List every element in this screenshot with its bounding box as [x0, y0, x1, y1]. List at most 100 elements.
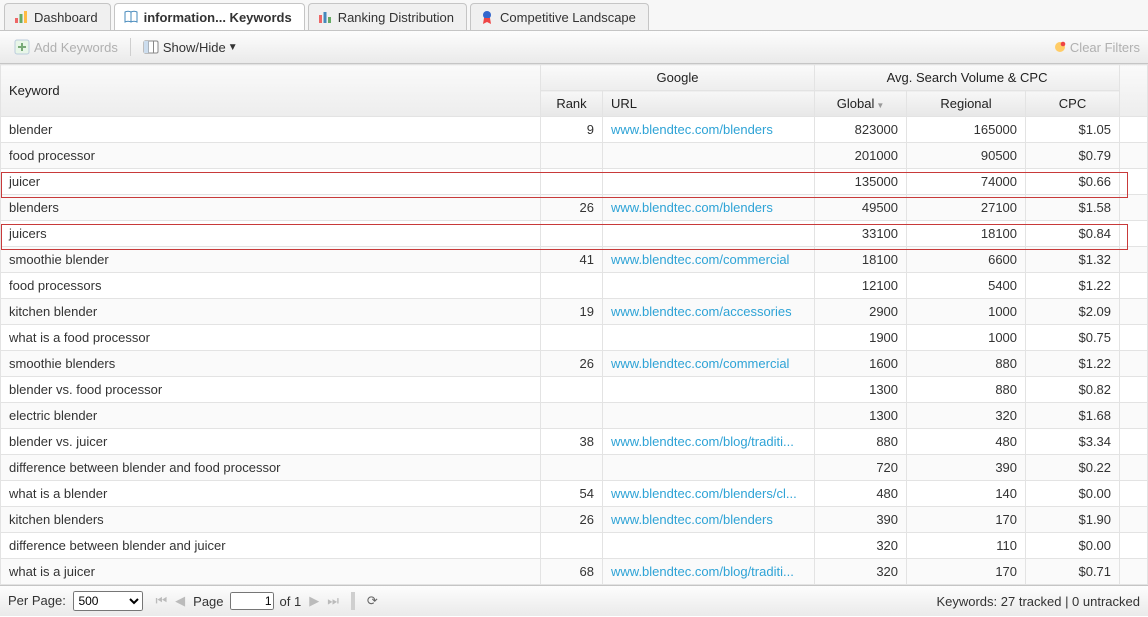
cell-global: 480	[815, 481, 907, 507]
book-icon	[123, 9, 139, 25]
cell-global: 201000	[815, 143, 907, 169]
cell-global: 2900	[815, 299, 907, 325]
dashboard-icon	[13, 9, 29, 25]
refresh-icon[interactable]: ⟳	[365, 593, 380, 609]
table-row[interactable]: juicer13500074000$0.66	[1, 169, 1148, 195]
cell-keyword: food processors	[1, 273, 541, 299]
tab-label: Competitive Landscape	[500, 10, 636, 25]
table-row[interactable]: blender9www.blendtec.com/blenders8230001…	[1, 117, 1148, 143]
url-link[interactable]: www.blendtec.com/blenders	[611, 200, 773, 215]
cell-keyword: blenders	[1, 195, 541, 221]
first-page-icon[interactable]: ⏮	[153, 593, 169, 609]
cell-url	[603, 403, 815, 429]
url-link[interactable]: www.blendtec.com/blenders	[611, 512, 773, 527]
cell-keyword: electric blender	[1, 403, 541, 429]
cell-end	[1120, 299, 1148, 325]
header-url[interactable]: URL	[603, 91, 815, 117]
cell-rank: 41	[541, 247, 603, 273]
next-page-icon[interactable]: ▶	[307, 593, 321, 609]
table-row[interactable]: difference between blender and food proc…	[1, 455, 1148, 481]
table-row[interactable]: electric blender1300320$1.68	[1, 403, 1148, 429]
tab-bars[interactable]: Ranking Distribution	[308, 3, 467, 30]
header-rank[interactable]: Rank	[541, 91, 603, 117]
table-row[interactable]: blender vs. juicer38www.blendtec.com/blo…	[1, 429, 1148, 455]
url-link[interactable]: www.blendtec.com/blog/traditi...	[611, 434, 794, 449]
cell-url: www.blendtec.com/accessories	[603, 299, 815, 325]
table-row[interactable]: blender vs. food processor1300880$0.82	[1, 377, 1148, 403]
separator	[351, 592, 355, 610]
cell-url	[603, 273, 815, 299]
header-cpc[interactable]: CPC	[1026, 91, 1120, 117]
table-row[interactable]: what is a blender54www.blendtec.com/blen…	[1, 481, 1148, 507]
cell-keyword: smoothie blender	[1, 247, 541, 273]
tab-ribbon[interactable]: Competitive Landscape	[470, 3, 649, 30]
table-row[interactable]: juicers3310018100$0.84	[1, 221, 1148, 247]
sort-desc-icon: ▼	[876, 101, 884, 110]
cell-keyword: juicers	[1, 221, 541, 247]
table-row[interactable]: what is a juicer68www.blendtec.com/blog/…	[1, 559, 1148, 585]
cell-end	[1120, 273, 1148, 299]
table-row[interactable]: what is a food processor19001000$0.75	[1, 325, 1148, 351]
url-link[interactable]: www.blendtec.com/commercial	[611, 356, 789, 371]
cell-url: www.blendtec.com/commercial	[603, 351, 815, 377]
page-input[interactable]	[230, 592, 274, 610]
url-link[interactable]: www.blendtec.com/accessories	[611, 304, 792, 319]
cell-keyword: blender	[1, 117, 541, 143]
table-row[interactable]: kitchen blender19www.blendtec.com/access…	[1, 299, 1148, 325]
cell-rank	[541, 533, 603, 559]
prev-page-icon[interactable]: ◀	[173, 593, 187, 609]
table-row[interactable]: smoothie blenders26www.blendtec.com/comm…	[1, 351, 1148, 377]
url-link[interactable]: www.blendtec.com/blenders/cl...	[611, 486, 797, 501]
table-row[interactable]: food processors121005400$1.22	[1, 273, 1148, 299]
tab-label: Dashboard	[34, 10, 98, 25]
cell-keyword: juicer	[1, 169, 541, 195]
table-row[interactable]: kitchen blenders26www.blendtec.com/blend…	[1, 507, 1148, 533]
per-page-label: Per Page:	[8, 593, 66, 608]
header-global[interactable]: Global▼	[815, 91, 907, 117]
cell-rank	[541, 377, 603, 403]
cell-keyword: what is a blender	[1, 481, 541, 507]
cell-cpc: $1.32	[1026, 247, 1120, 273]
clear-filters-button[interactable]: Clear Filters	[1053, 40, 1140, 55]
cell-rank: 38	[541, 429, 603, 455]
show-hide-button[interactable]: Show/Hide ▼	[137, 37, 244, 57]
show-hide-label: Show/Hide	[163, 40, 226, 55]
keywords-table-wrap: Keyword Google Avg. Search Volume & CPC …	[0, 64, 1148, 585]
table-row[interactable]: food processor20100090500$0.79	[1, 143, 1148, 169]
cell-rank	[541, 169, 603, 195]
cell-url	[603, 221, 815, 247]
header-group-avg: Avg. Search Volume & CPC	[815, 65, 1120, 91]
clear-filters-label: Clear Filters	[1070, 40, 1140, 55]
tab-label: Ranking Distribution	[338, 10, 454, 25]
url-link[interactable]: www.blendtec.com/commercial	[611, 252, 789, 267]
header-regional[interactable]: Regional	[907, 91, 1026, 117]
last-page-icon[interactable]: ⏭	[325, 593, 341, 609]
cell-global: 49500	[815, 195, 907, 221]
per-page: Per Page: 500	[8, 591, 143, 611]
per-page-select[interactable]: 500	[73, 591, 143, 611]
table-row[interactable]: smoothie blender41 www.blendtec.com/comme…	[1, 247, 1148, 273]
cell-global: 880	[815, 429, 907, 455]
header-keyword[interactable]: Keyword	[1, 65, 541, 117]
url-link[interactable]: www.blendtec.com/blog/traditi...	[611, 564, 794, 579]
cell-regional: 390	[907, 455, 1026, 481]
cell-keyword: what is a food processor	[1, 325, 541, 351]
cell-rank	[541, 221, 603, 247]
cell-url: www.blendtec.com/blenders	[603, 195, 815, 221]
add-keywords-button[interactable]: Add Keywords	[8, 37, 124, 57]
ribbon-icon	[479, 9, 495, 25]
cell-regional: 6600	[907, 247, 1026, 273]
cell-rank	[541, 325, 603, 351]
cell-rank	[541, 403, 603, 429]
clear-filters-icon	[1053, 40, 1067, 54]
cell-global: 33100	[815, 221, 907, 247]
url-link[interactable]: www.blendtec.com/blenders	[611, 122, 773, 137]
cell-rank	[541, 143, 603, 169]
tab-dashboard[interactable]: Dashboard	[4, 3, 111, 30]
table-row[interactable]: difference between blender and juicer320…	[1, 533, 1148, 559]
cell-end	[1120, 169, 1148, 195]
tab-book[interactable]: information... Keywords	[114, 3, 305, 30]
table-row[interactable]: blenders26www.blendtec.com/blenders49500…	[1, 195, 1148, 221]
cell-keyword: difference between blender and food proc…	[1, 455, 541, 481]
cell-keyword: blender vs. food processor	[1, 377, 541, 403]
